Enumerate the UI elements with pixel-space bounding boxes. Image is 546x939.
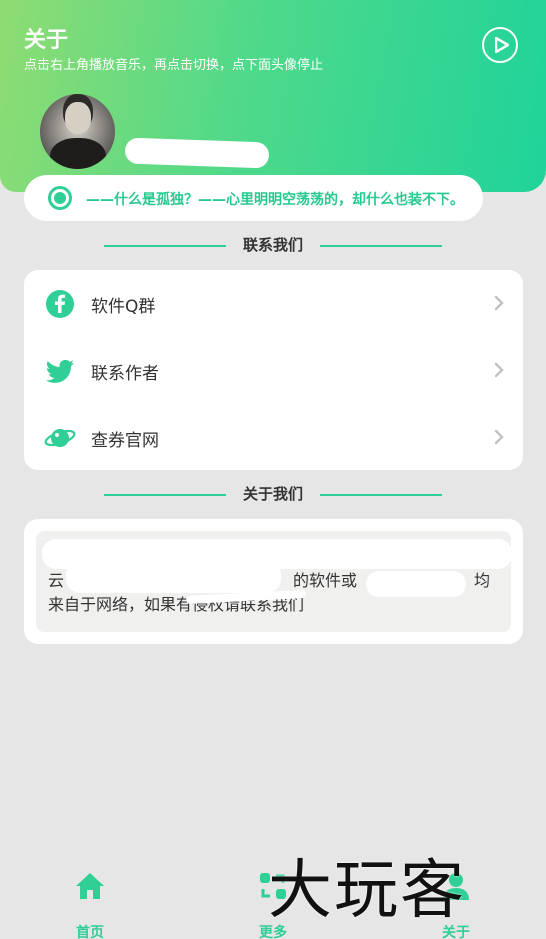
planet-icon	[44, 429, 76, 447]
avatar[interactable]	[40, 94, 115, 169]
home-icon	[76, 873, 104, 899]
header-subtitle: 点击右上角播放音乐，再点击切换，点下面头像停止	[24, 58, 324, 73]
list-item-contact-author[interactable]: 联系作者	[24, 337, 523, 403]
about-line1-start: 云	[48, 571, 65, 590]
list-item-qq-group[interactable]: 软件Q群	[24, 270, 523, 336]
contact-card: 软件Q群 联系作者 查券官网	[24, 270, 523, 470]
about-text-box: 云 的软件或 均 来自于网络，如果有侵权请联系我们	[36, 531, 511, 632]
divider-line	[104, 245, 226, 247]
about-section-header: 关于我们	[0, 483, 546, 507]
twitter-icon	[46, 359, 74, 383]
quote-banner: ——什么是孤独？——心里明明空荡荡的，却什么也装不下。	[24, 175, 483, 221]
facebook-icon	[46, 290, 74, 318]
list-item-label: 联系作者	[91, 364, 159, 384]
tab-label: 首页	[76, 925, 104, 939]
page-title: 关于	[24, 28, 69, 53]
about-line1-end: 均	[474, 571, 491, 590]
play-music-button[interactable]	[482, 27, 518, 63]
quote-text: ——什么是孤独？——心里明明空荡荡的，却什么也装不下。	[86, 192, 464, 208]
tab-home[interactable]: 首页	[45, 870, 135, 939]
chevron-right-icon	[494, 362, 504, 378]
section-title: 关于我们	[242, 485, 303, 503]
list-item-label: 查券官网	[91, 431, 159, 451]
chevron-right-icon	[494, 429, 504, 445]
list-item-label: 软件Q群	[91, 297, 156, 317]
chevron-right-icon	[494, 295, 504, 311]
section-title: 联系我们	[242, 236, 303, 254]
play-circle-icon	[495, 37, 509, 53]
redaction-scribble	[66, 561, 281, 593]
radio-dot-icon	[48, 186, 72, 210]
username-redaction	[124, 137, 270, 169]
list-item-official-site[interactable]: 查券官网	[24, 404, 523, 470]
about-card: 云 的软件或 均 来自于网络，如果有侵权请联系我们	[24, 519, 523, 644]
divider-line	[320, 494, 442, 496]
divider-line	[320, 245, 442, 247]
contact-section-header: 联系我们	[0, 234, 546, 258]
watermark-logo: 大玩客	[268, 854, 466, 928]
divider-line	[104, 494, 226, 496]
redaction-scribble	[366, 571, 466, 597]
